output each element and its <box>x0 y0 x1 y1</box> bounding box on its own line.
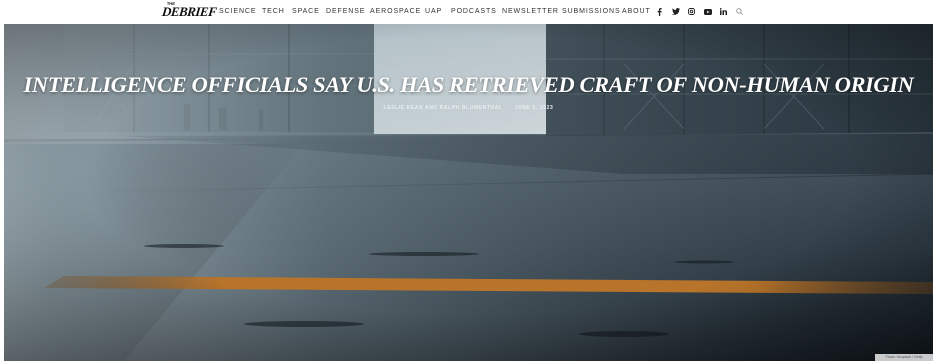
nav-link-space[interactable]: SPACE <box>292 8 320 15</box>
nav-link-podcasts[interactable]: PODCASTS <box>451 8 497 15</box>
article-date: JUNE 5, 2023 <box>514 105 554 111</box>
top-nav: THE DEBRIEF SCIENCE TECH SPACE DEFENSE A… <box>0 0 933 24</box>
article-authors[interactable]: LESLIE KEAN AND RALPH BLUMENTHAL <box>384 105 503 111</box>
nav-link-tech[interactable]: TECH <box>262 8 285 15</box>
nav-link-aerospace[interactable]: AEROSPACE <box>370 8 421 15</box>
facebook-icon[interactable] <box>655 7 664 16</box>
image-credit: Photo: Unsplash / Getty <box>875 354 933 361</box>
nav-link-uap[interactable]: UAP <box>425 8 442 15</box>
search-icon[interactable] <box>735 7 744 16</box>
hero-image[interactable]: INTELLIGENCE OFFICIALS SAY U.S. HAS RETR… <box>4 24 933 361</box>
article-byline: LESLIE KEAN AND RALPH BLUMENTHAL · JUNE 5,… <box>4 105 933 111</box>
youtube-icon[interactable] <box>703 7 712 16</box>
nav-link-science[interactable]: SCIENCE <box>219 8 256 15</box>
nav-link-defense[interactable]: DEFENSE <box>326 8 365 15</box>
instagram-icon[interactable] <box>687 7 696 16</box>
byline-separator: · <box>507 105 510 111</box>
nav-link-newsletter[interactable]: NEWSLETTER <box>502 8 559 15</box>
article-headline[interactable]: INTELLIGENCE OFFICIALS SAY U.S. HAS RETR… <box>4 72 933 98</box>
nav-link-about[interactable]: ABOUT <box>622 8 651 15</box>
linkedin-icon[interactable] <box>719 7 728 16</box>
twitter-icon[interactable] <box>671 7 680 16</box>
site-logo[interactable]: THE DEBRIEF <box>161 1 218 20</box>
logo-text: DEBRIEF <box>161 4 218 19</box>
logo-small-text: THE <box>166 1 176 6</box>
nav-link-submissions[interactable]: SUBMISSIONS <box>562 8 621 15</box>
